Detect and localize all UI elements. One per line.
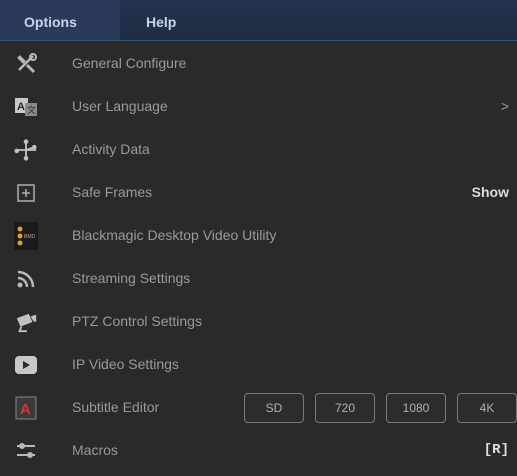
menu-item-subtitle-editor[interactable]: A Subtitle Editor SD 720 1080 4K (0, 386, 517, 429)
menu-item-user-language[interactable]: A文 User Language > (0, 85, 517, 128)
menu-item-activity-data[interactable]: Activity Data (0, 128, 517, 171)
subtitle-720-button[interactable]: 720 (315, 393, 375, 423)
bmd-icon: BMD (14, 221, 38, 250)
subtitle-resolution-buttons: SD 720 1080 4K (244, 393, 517, 423)
frame-plus-icon (14, 181, 38, 205)
menu-item-label: Blackmagic Desktop Video Utility (72, 227, 277, 243)
macros-icon (14, 439, 38, 463)
menu-item-label: IP Video Settings (72, 356, 179, 372)
menu-options[interactable]: Options (0, 0, 120, 40)
rss-icon (14, 267, 38, 291)
menu-item-blackmagic[interactable]: BMD Blackmagic Desktop Video Utility (0, 214, 517, 257)
menu-item-label: Macros (72, 442, 118, 458)
menu-item-label: General Configure (72, 55, 187, 71)
menu-item-label: User Language (72, 98, 168, 114)
options-dropdown: General Configure A文 User Language > Act… (0, 42, 517, 472)
menu-options-label: Options (24, 14, 77, 30)
svg-text:文: 文 (27, 104, 36, 115)
menu-help-label: Help (146, 14, 177, 30)
svg-text:A: A (20, 401, 31, 418)
menu-item-label: Activity Data (72, 141, 150, 157)
menu-item-label: Streaming Settings (72, 270, 191, 286)
svg-text:BMD: BMD (24, 234, 36, 240)
svg-text:A: A (17, 101, 25, 113)
menu-item-label: PTZ Control Settings (72, 313, 202, 329)
menu-item-general-configure[interactable]: General Configure (0, 42, 517, 85)
menu-item-label: Subtitle Editor (72, 399, 160, 415)
tools-icon (14, 52, 38, 76)
menu-item-streaming[interactable]: Streaming Settings (0, 257, 517, 300)
menu-item-label: Safe Frames (72, 184, 153, 200)
subtitle-4k-button[interactable]: 4K (457, 393, 517, 423)
play-icon (14, 353, 38, 377)
menu-item-ptz[interactable]: PTZ Control Settings (0, 300, 517, 343)
language-icon: A文 (14, 95, 38, 119)
menu-item-macros[interactable]: Macros [R] (0, 429, 517, 472)
menu-item-ip-video[interactable]: IP Video Settings (0, 343, 517, 386)
menu-help[interactable]: Help (146, 0, 176, 40)
macros-shortcut: [R] (483, 442, 509, 458)
subtitle-1080-button[interactable]: 1080 (386, 393, 446, 423)
subtitle-sd-button[interactable]: SD (244, 393, 304, 423)
menu-bar: Options Help (0, 0, 517, 41)
camera-icon (14, 310, 38, 334)
safe-frames-toggle[interactable]: Show (472, 171, 509, 214)
menu-item-safe-frames[interactable]: Safe Frames Show (0, 171, 517, 214)
submenu-arrow: > (500, 98, 509, 114)
network-icon (14, 138, 38, 162)
subtitle-icon: A (14, 396, 38, 420)
